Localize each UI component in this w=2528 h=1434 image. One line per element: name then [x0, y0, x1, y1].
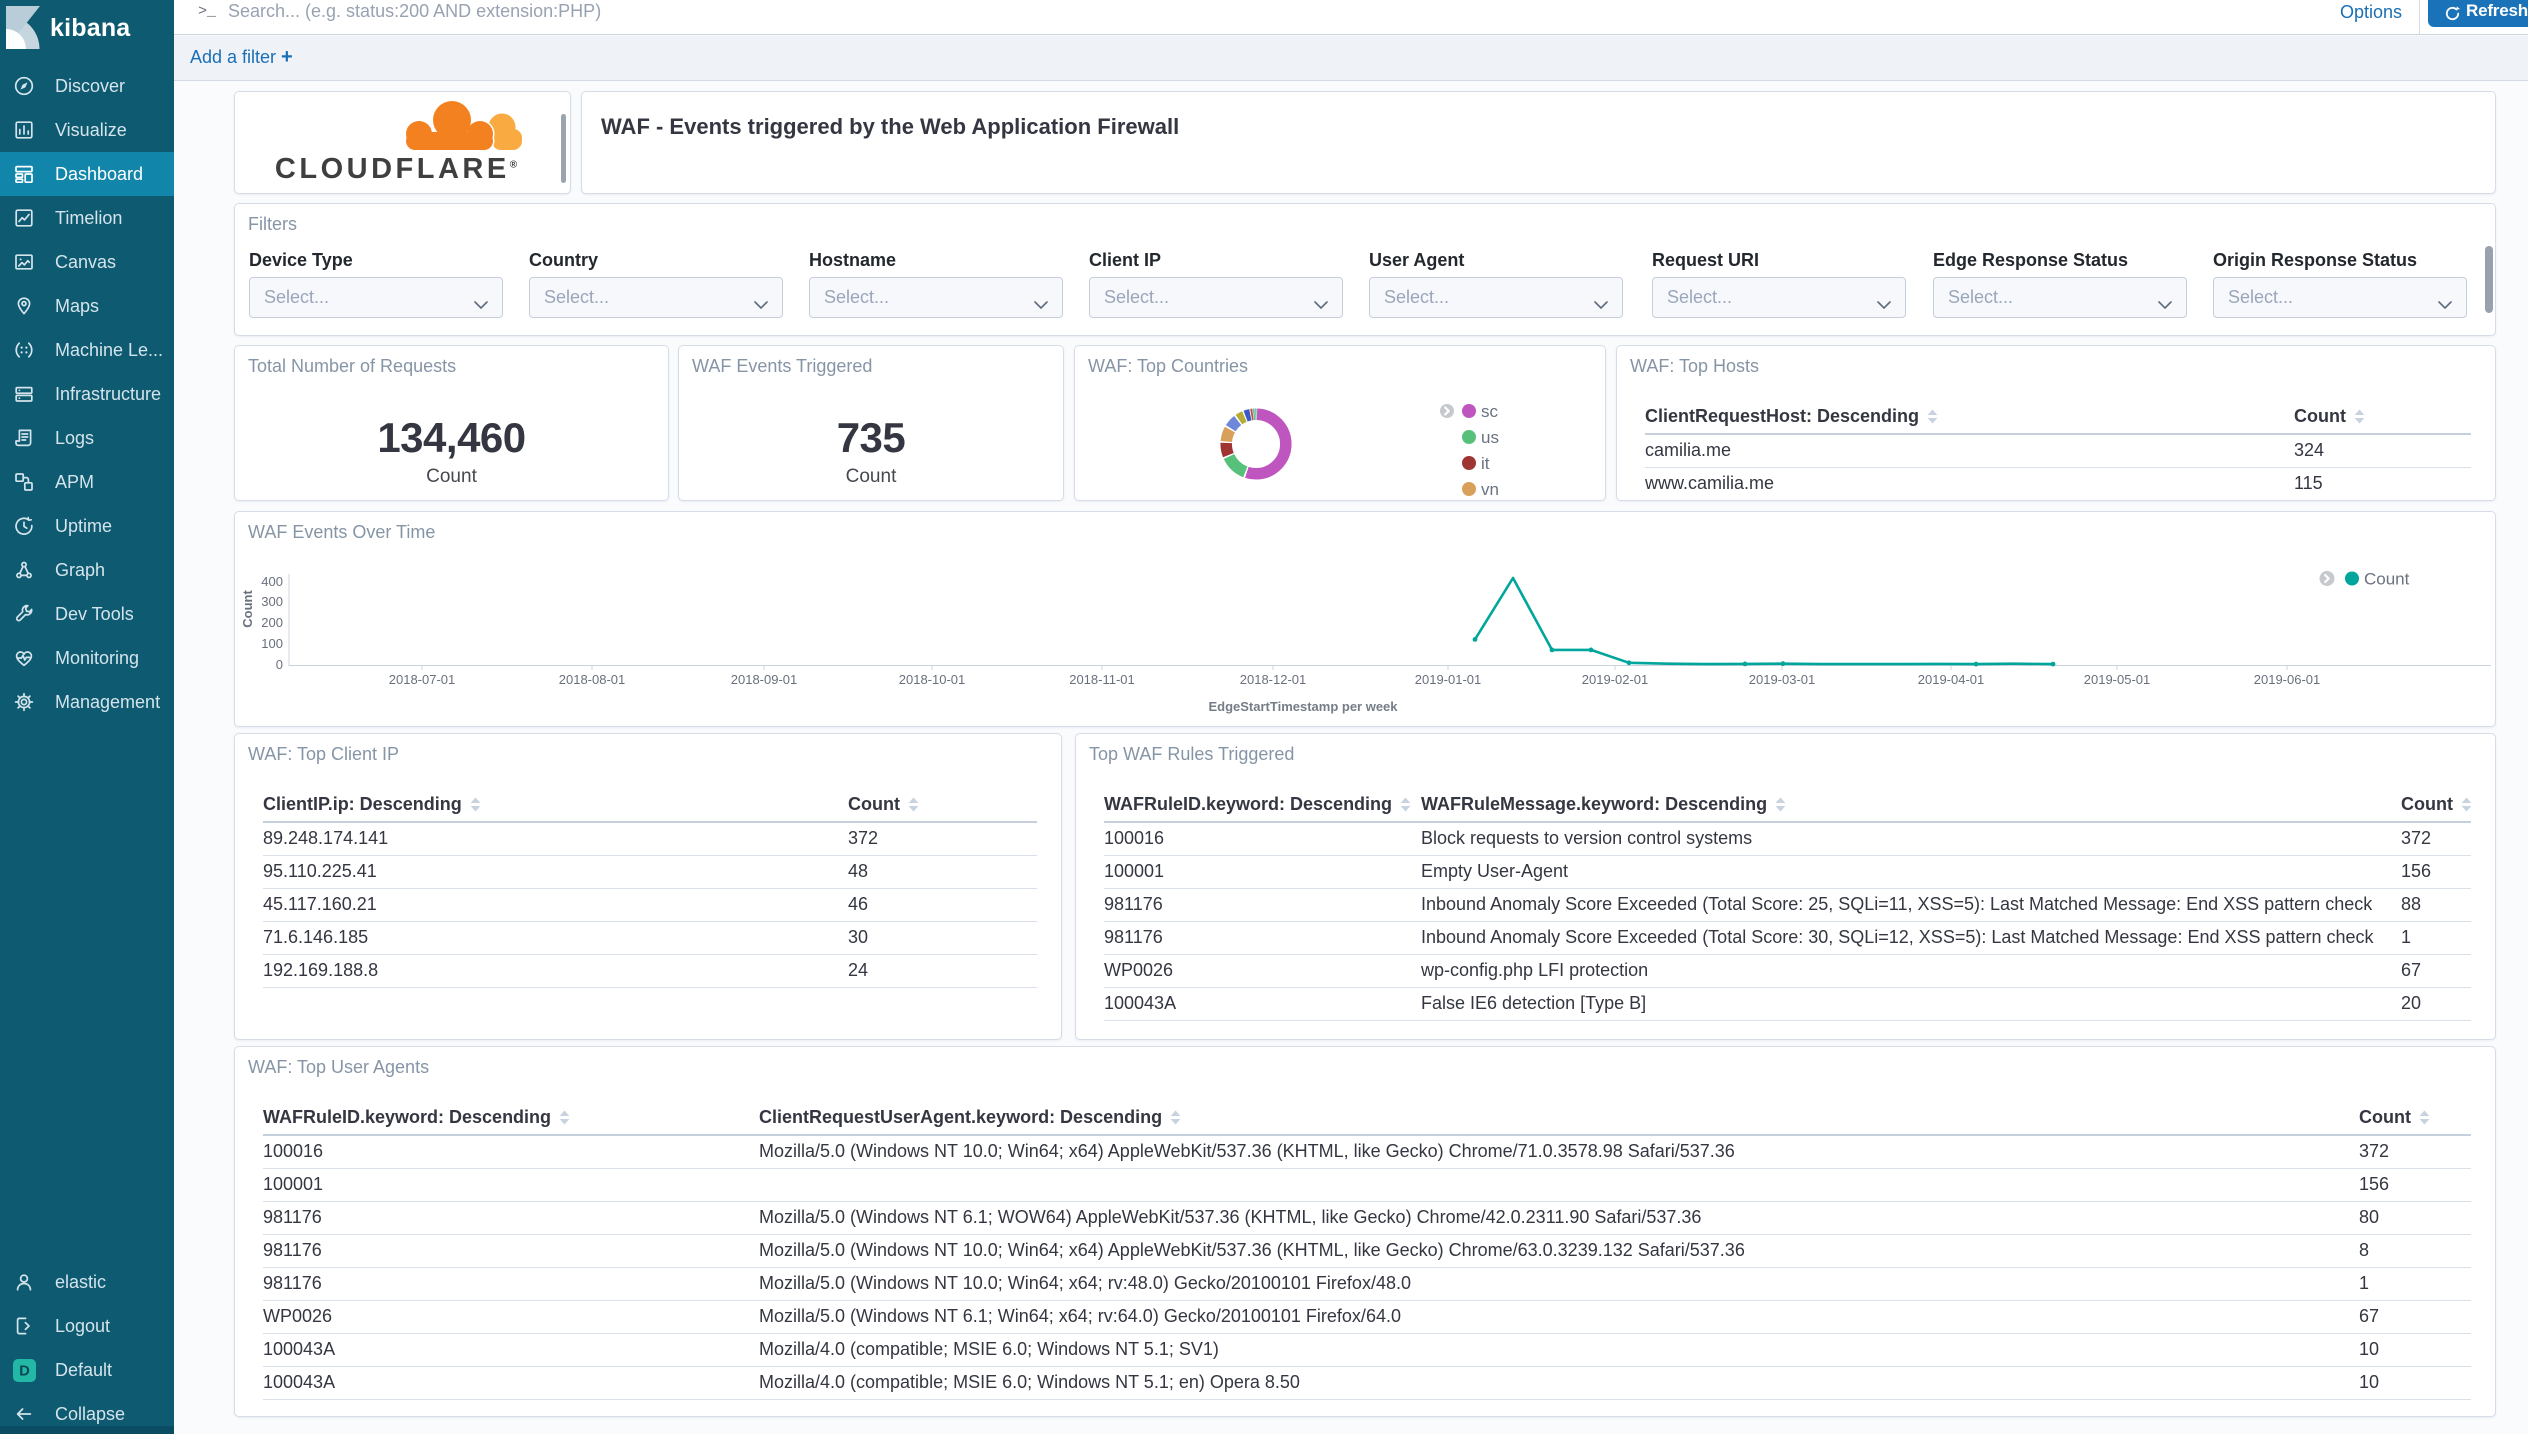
svg-text:2019-06-01: 2019-06-01 [2254, 672, 2321, 687]
svg-text:us: us [1481, 428, 1499, 447]
svg-text:400: 400 [261, 574, 283, 589]
svg-text:sc: sc [1481, 402, 1499, 421]
svg-text:2018-10-01: 2018-10-01 [899, 672, 966, 687]
svg-text:300: 300 [261, 594, 283, 609]
svg-text:200: 200 [261, 615, 283, 630]
svg-text:EdgeStartTimestamp per week: EdgeStartTimestamp per week [1208, 699, 1398, 714]
svg-text:2019-02-01: 2019-02-01 [1582, 672, 1649, 687]
svg-text:2019-05-01: 2019-05-01 [2084, 672, 2151, 687]
svg-text:Count: Count [2364, 570, 2410, 589]
svg-text:vn: vn [1481, 480, 1499, 499]
svg-text:2018-12-01: 2018-12-01 [1240, 672, 1307, 687]
svg-text:D: D [19, 1364, 29, 1380]
svg-text:2018-08-01: 2018-08-01 [559, 672, 626, 687]
svg-text:0: 0 [276, 657, 283, 672]
svg-text:2018-09-01: 2018-09-01 [731, 672, 798, 687]
svg-text:2018-07-01: 2018-07-01 [389, 672, 456, 687]
svg-text:Count: Count [240, 590, 255, 628]
svg-text:2019-03-01: 2019-03-01 [1749, 672, 1816, 687]
svg-text:100: 100 [261, 636, 283, 651]
svg-text:2019-01-01: 2019-01-01 [1415, 672, 1482, 687]
svg-text:it: it [1481, 454, 1490, 473]
svg-text:2019-04-01: 2019-04-01 [1918, 672, 1985, 687]
svg-text:2018-11-01: 2018-11-01 [1069, 672, 1135, 687]
